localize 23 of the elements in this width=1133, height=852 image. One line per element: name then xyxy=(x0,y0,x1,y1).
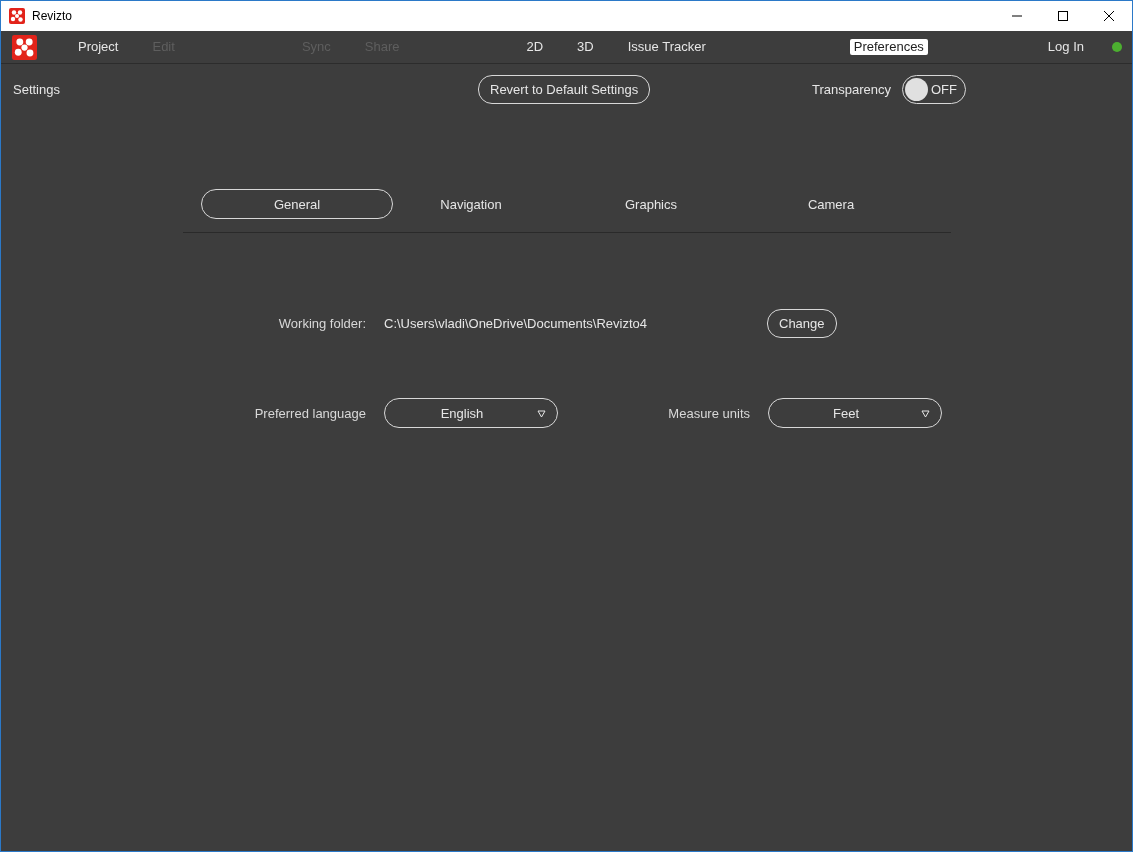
caret-icon xyxy=(921,410,930,418)
measure-units-label: Measure units xyxy=(667,405,750,421)
menu-item[interactable]: Preferences xyxy=(849,39,928,55)
menu-item[interactable]: Project xyxy=(74,39,123,55)
change-button[interactable]: Change xyxy=(767,309,837,338)
menu-item[interactable]: 3D xyxy=(573,39,598,55)
menu-item[interactable]: Issue Tracker xyxy=(623,39,710,55)
menu-item[interactable]: 2D xyxy=(522,39,548,55)
working-folder-path: C:\Users\vladi\OneDrive\Documents\Revizto4 xyxy=(384,316,648,331)
transparency-label: Transparency xyxy=(812,81,891,97)
menu-item[interactable]: Log In xyxy=(1043,39,1088,55)
revert-button[interactable]: Revert to Default Settings xyxy=(478,74,651,104)
working-folder-label: Working folder: xyxy=(277,316,366,331)
window-title: Revizto xyxy=(32,9,73,23)
app-logo-icon xyxy=(9,8,25,24)
app-logo-icon[interactable] xyxy=(12,34,37,60)
page-title: Settings xyxy=(13,81,61,97)
settings-tab[interactable]: Graphics xyxy=(561,189,741,219)
maximize-icon xyxy=(1058,11,1068,21)
settings-tab[interactable]: Camera xyxy=(741,189,921,219)
caret-icon xyxy=(537,410,546,418)
close-icon xyxy=(1104,11,1114,21)
language-label: Preferred language xyxy=(253,405,366,421)
